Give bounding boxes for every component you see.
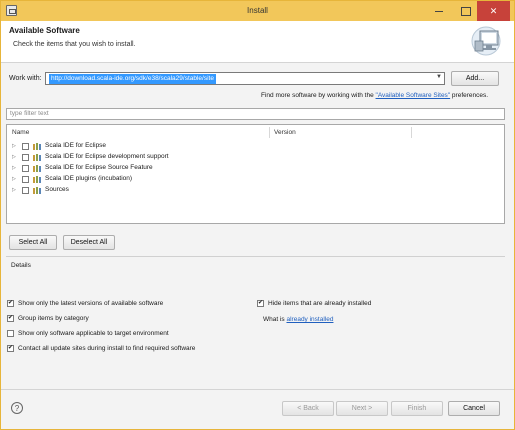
monitor-install-icon: [471, 26, 501, 56]
latest-versions-checkbox[interactable]: [7, 299, 14, 307]
details-label: Details: [11, 262, 31, 269]
work-with-label: Work with:: [9, 75, 42, 82]
work-with-combo[interactable]: http://download.scala-ide.org/sdk/e38/sc…: [45, 72, 445, 85]
row-label: Scala IDE for Eclipse development suppor…: [45, 153, 169, 160]
row-label: Sources: [45, 186, 69, 193]
latest-versions-label: Show only the latest versions of availab…: [18, 300, 164, 307]
tree-row[interactable]: ▷ Sources: [12, 185, 312, 196]
row-checkbox[interactable]: [22, 165, 29, 172]
row-label: Scala IDE for Eclipse: [45, 142, 107, 149]
applicable-only-option[interactable]: Show only software applicable to target …: [7, 329, 267, 339]
row-checkbox[interactable]: [22, 143, 29, 150]
contact-sites-label: Contact all update sites during install …: [18, 345, 196, 352]
deselect-all-button[interactable]: Deselect All: [63, 235, 115, 250]
hide-installed-checkbox[interactable]: [257, 299, 264, 307]
expand-arrow-icon[interactable]: ▷: [12, 165, 16, 171]
applicable-only-checkbox[interactable]: [7, 330, 14, 337]
group-by-category-label: Group items by category: [18, 315, 89, 322]
tree-row[interactable]: ▷ Scala IDE for Eclipse development supp…: [12, 152, 312, 163]
page-subtitle: Check the items that you wish to install…: [13, 41, 136, 48]
group-by-category-option[interactable]: Group items by category: [7, 314, 247, 324]
expand-arrow-icon[interactable]: ▷: [12, 176, 16, 182]
more-software-prefix: Find more software by working with the: [261, 92, 376, 99]
title-bar[interactable]: Install ✕: [1, 1, 514, 21]
category-icon: [33, 165, 41, 172]
column-divider: [411, 127, 412, 138]
what-is-prefix: What is: [263, 316, 287, 323]
finish-button[interactable]: Finish: [391, 401, 443, 416]
minimize-button[interactable]: [426, 1, 452, 21]
contact-sites-checkbox[interactable]: [7, 344, 14, 352]
category-icon: [33, 143, 41, 150]
available-sites-link[interactable]: "Available Software Sites": [376, 92, 451, 99]
group-by-category-checkbox[interactable]: [7, 314, 14, 322]
chevron-down-icon[interactable]: ▼: [436, 74, 442, 80]
column-divider: [269, 127, 270, 138]
work-with-url[interactable]: http://download.scala-ide.org/sdk/e38/sc…: [49, 74, 216, 84]
wizard-header: Available Software Check the items that …: [1, 21, 514, 63]
software-tree[interactable]: Name Version ▷ Scala IDE for Eclipse ▷ S…: [6, 124, 505, 224]
select-all-button[interactable]: Select All: [9, 235, 57, 250]
more-software-suffix: preferences.: [450, 92, 489, 99]
tree-row[interactable]: ▷ Scala IDE for Eclipse: [12, 141, 312, 152]
tree-row[interactable]: ▷ Scala IDE for Eclipse Source Feature: [12, 163, 312, 174]
hide-installed-label: Hide items that are already installed: [268, 300, 372, 307]
details-area: Details: [6, 256, 505, 294]
already-installed-link[interactable]: already installed: [286, 316, 333, 323]
latest-versions-option[interactable]: Show only the latest versions of availab…: [7, 299, 247, 309]
tree-row[interactable]: ▷ Scala IDE plugins (incubation): [12, 174, 312, 185]
filter-input[interactable]: type filter text: [6, 108, 505, 120]
contact-sites-option[interactable]: Contact all update sites during install …: [7, 344, 307, 354]
category-icon: [33, 187, 41, 194]
column-header-name[interactable]: Name: [12, 129, 29, 136]
row-checkbox[interactable]: [22, 154, 29, 161]
category-icon: [33, 154, 41, 161]
maximize-button[interactable]: [452, 1, 478, 21]
cancel-button[interactable]: Cancel: [448, 401, 500, 416]
row-checkbox[interactable]: [22, 187, 29, 194]
row-label: Scala IDE plugins (incubation): [45, 175, 133, 182]
back-button[interactable]: < Back: [282, 401, 334, 416]
category-icon: [33, 176, 41, 183]
applicable-only-label: Show only software applicable to target …: [18, 330, 169, 337]
close-button[interactable]: ✕: [477, 1, 510, 21]
column-header-version[interactable]: Version: [274, 129, 296, 136]
more-software-hint: Find more software by working with the "…: [261, 92, 488, 99]
page-title: Available Software: [9, 26, 80, 35]
row-label: Scala IDE for Eclipse Source Feature: [45, 164, 153, 171]
expand-arrow-icon[interactable]: ▷: [12, 143, 16, 149]
wizard-footer: ? < Back Next > Finish Cancel: [1, 389, 514, 429]
help-icon[interactable]: ?: [11, 402, 23, 414]
hide-installed-option[interactable]: Hide items that are already installed: [257, 299, 497, 309]
expand-arrow-icon[interactable]: ▷: [12, 154, 16, 160]
what-is-installed: What is already installed: [263, 316, 333, 323]
expand-arrow-icon[interactable]: ▷: [12, 187, 16, 193]
add-site-button[interactable]: Add...: [451, 71, 499, 86]
next-button[interactable]: Next >: [336, 401, 388, 416]
install-dialog: Install ✕ Available Software Check the i…: [0, 0, 515, 430]
row-checkbox[interactable]: [22, 176, 29, 183]
